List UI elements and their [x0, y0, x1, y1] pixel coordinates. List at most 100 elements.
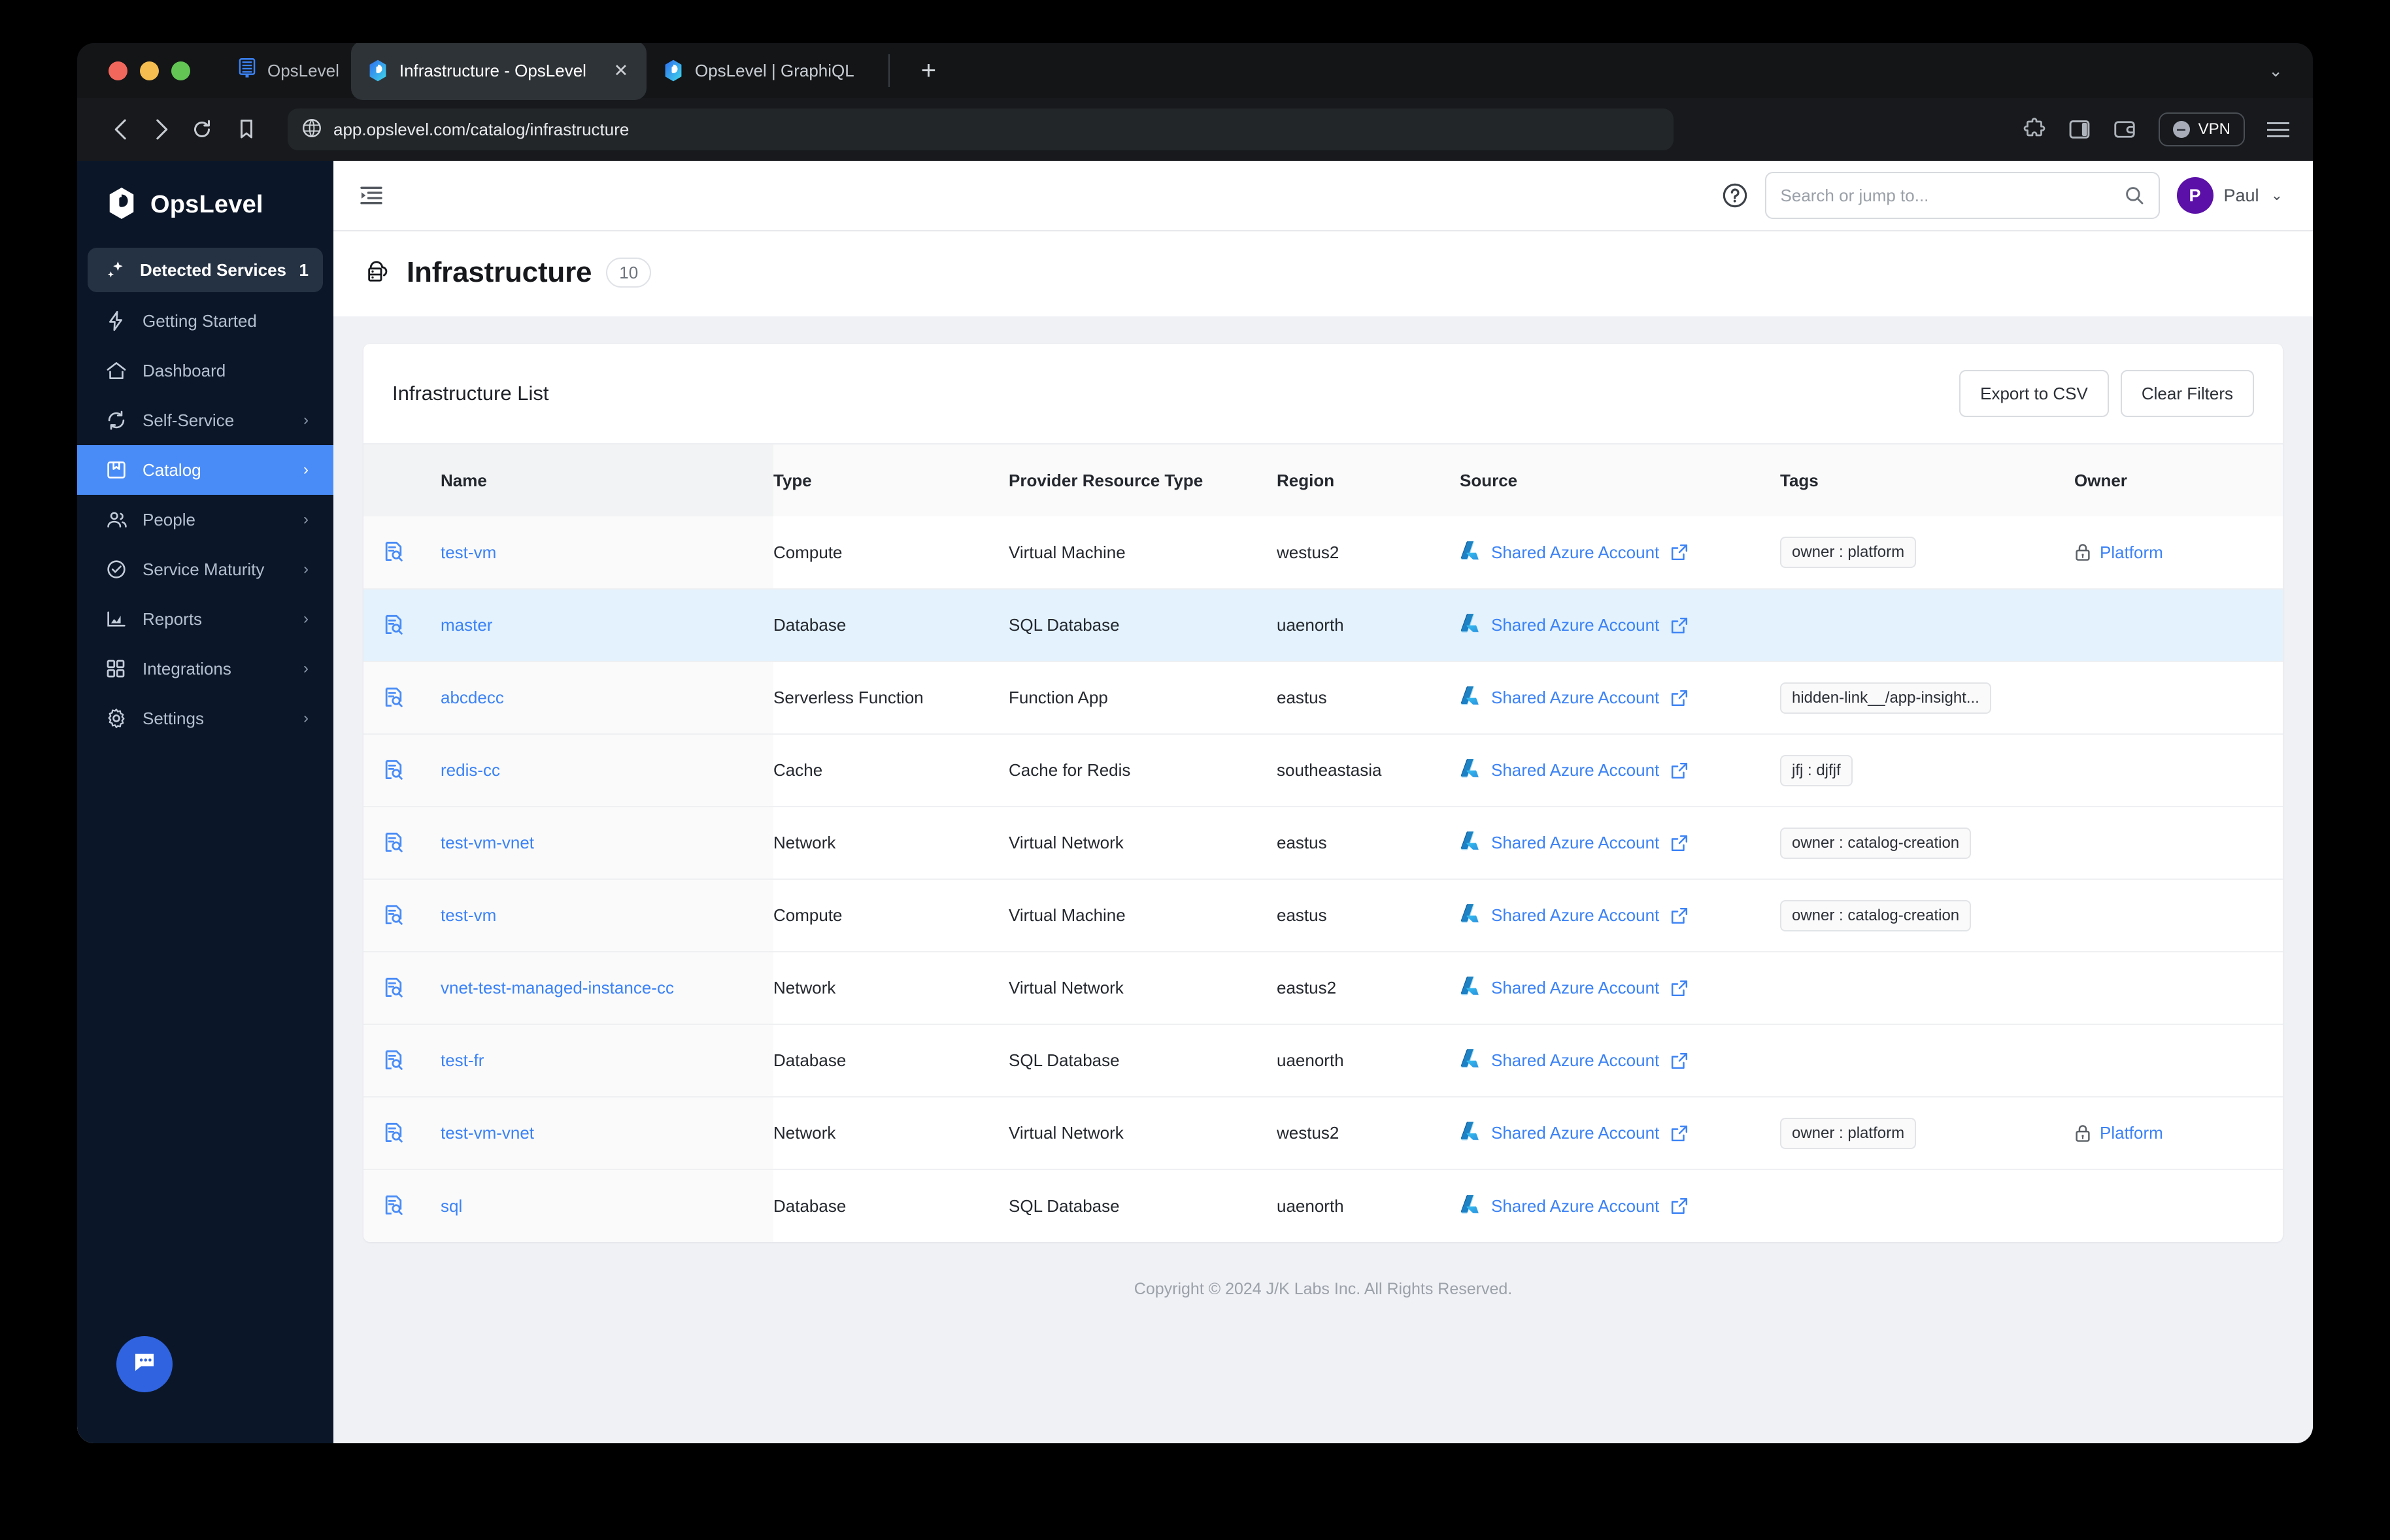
- sidebar-item-reports[interactable]: Reports ›: [77, 594, 333, 644]
- new-tab-button[interactable]: +: [907, 58, 951, 84]
- external-link-icon[interactable]: [1671, 980, 1688, 997]
- table-row[interactable]: test-vm Compute Virtual Machine eastus Share…: [363, 879, 2283, 952]
- resource-name-link[interactable]: test-vm: [441, 543, 496, 562]
- resource-name-link[interactable]: test-vm: [441, 905, 496, 925]
- chat-support-button[interactable]: [116, 1336, 173, 1392]
- resource-details-icon[interactable]: [363, 614, 424, 637]
- resource-name-link[interactable]: sql: [441, 1196, 462, 1216]
- resource-name-link[interactable]: test-fr: [441, 1050, 484, 1070]
- user-menu[interactable]: P Paul ⌄: [2176, 177, 2283, 214]
- tag-pill[interactable]: jfj : djfjf: [1780, 754, 1853, 786]
- sidebar-item-getting-started[interactable]: Getting Started: [77, 296, 333, 346]
- resource-details-icon[interactable]: [363, 1195, 424, 1217]
- source-link[interactable]: Shared Azure Account: [1460, 539, 1780, 566]
- external-link-icon[interactable]: [1671, 1125, 1688, 1142]
- table-row[interactable]: test-vm Compute Virtual Machine westus2 Shar…: [363, 516, 2283, 589]
- back-button[interactable]: [101, 109, 141, 150]
- chevron-down-icon[interactable]: ⌄: [2268, 61, 2283, 80]
- external-link-icon[interactable]: [1671, 907, 1688, 924]
- sidebar-item-people[interactable]: People ›: [77, 495, 333, 544]
- sidebar-item-detected-services[interactable]: Detected Services 1: [88, 248, 323, 292]
- resource-name-link[interactable]: redis-cc: [441, 760, 500, 780]
- owner-link[interactable]: Platform: [2074, 1123, 2283, 1143]
- source-name[interactable]: Shared Azure Account: [1491, 760, 1659, 780]
- collapse-sidebar-icon[interactable]: [360, 186, 383, 205]
- tag-pill[interactable]: owner : catalog-creation: [1780, 899, 1972, 931]
- source-link[interactable]: Shared Azure Account: [1460, 1120, 1780, 1147]
- column-header-tags[interactable]: Tags: [1780, 444, 2074, 516]
- brand-logo[interactable]: OpsLevel: [77, 161, 333, 243]
- table-row[interactable]: test-vm-vnet Network Virtual Network eastus…: [363, 806, 2283, 879]
- column-header-provider-resource-type[interactable]: Provider Resource Type: [1009, 444, 1277, 516]
- source-link[interactable]: Shared Azure Account: [1460, 1047, 1780, 1074]
- close-window-button[interactable]: [109, 61, 127, 80]
- external-link-icon[interactable]: [1671, 762, 1688, 779]
- sidebar-item-self-service[interactable]: Self-Service ›: [77, 395, 333, 445]
- sidebar-item-settings[interactable]: Settings ›: [77, 694, 333, 743]
- resource-name-link[interactable]: test-vm-vnet: [441, 833, 534, 852]
- wallet-icon[interactable]: [2113, 118, 2136, 141]
- reload-button[interactable]: [182, 109, 222, 150]
- table-row[interactable]: test-vm-vnet Network Virtual Network westus…: [363, 1096, 2283, 1169]
- source-name[interactable]: Shared Azure Account: [1491, 1196, 1659, 1216]
- forward-button[interactable]: [141, 109, 182, 150]
- resource-details-icon[interactable]: [363, 905, 424, 927]
- external-link-icon[interactable]: [1671, 1052, 1688, 1069]
- minimize-window-button[interactable]: [140, 61, 159, 80]
- sidebar-item-service-maturity[interactable]: Service Maturity ›: [77, 544, 333, 594]
- source-link[interactable]: Shared Azure Account: [1460, 612, 1780, 639]
- source-name[interactable]: Shared Azure Account: [1491, 615, 1659, 635]
- column-header-name[interactable]: Name: [424, 444, 773, 516]
- table-row[interactable]: vnet-test-managed-instance-cc Network Virt…: [363, 951, 2283, 1024]
- search-input[interactable]: Search or jump to...: [1764, 172, 2160, 219]
- source-name[interactable]: Shared Azure Account: [1491, 688, 1659, 708]
- sidebar-panel-icon[interactable]: [2068, 118, 2091, 141]
- source-name[interactable]: Shared Azure Account: [1491, 1123, 1659, 1143]
- source-link[interactable]: Shared Azure Account: [1460, 975, 1780, 1001]
- resource-name-link[interactable]: vnet-test-managed-instance-cc: [441, 978, 674, 997]
- source-name[interactable]: Shared Azure Account: [1491, 543, 1659, 563]
- address-bar[interactable]: app.opslevel.com/catalog/infrastructure: [288, 109, 1674, 150]
- vpn-status-button[interactable]: VPN: [2158, 112, 2245, 146]
- resource-details-icon[interactable]: [363, 832, 424, 854]
- tag-pill[interactable]: owner : platform: [1780, 1117, 1917, 1149]
- resource-details-icon[interactable]: [363, 1050, 424, 1072]
- table-row[interactable]: redis-cc Cache Cache for Redis southeastasi…: [363, 733, 2283, 807]
- column-header-source[interactable]: Source: [1460, 444, 1780, 516]
- external-link-icon[interactable]: [1671, 690, 1688, 707]
- resource-details-icon[interactable]: [363, 541, 424, 563]
- table-row[interactable]: test-fr Database SQL Database uaenorth Share…: [363, 1024, 2283, 1097]
- sidebar-item-integrations[interactable]: Integrations ›: [77, 644, 333, 694]
- table-row[interactable]: abcdecc Serverless Function Function App ea…: [363, 661, 2283, 734]
- resource-details-icon[interactable]: [363, 1122, 424, 1145]
- help-icon[interactable]: [1722, 182, 1748, 209]
- close-tab-icon[interactable]: ✕: [613, 61, 630, 80]
- tag-pill[interactable]: owner : platform: [1780, 537, 1917, 568]
- source-name[interactable]: Shared Azure Account: [1491, 833, 1659, 853]
- resource-name-link[interactable]: master: [441, 615, 492, 635]
- external-link-icon[interactable]: [1671, 544, 1688, 561]
- maximize-window-button[interactable]: [171, 61, 190, 80]
- resource-details-icon[interactable]: [363, 977, 424, 999]
- column-header-owner[interactable]: Owner: [2074, 444, 2283, 516]
- export-to-csv-button[interactable]: Export to CSV: [1959, 370, 2109, 417]
- source-link[interactable]: Shared Azure Account: [1460, 1193, 1780, 1220]
- source-link[interactable]: Shared Azure Account: [1460, 902, 1780, 929]
- owner-name[interactable]: Platform: [2100, 1123, 2163, 1143]
- source-name[interactable]: Shared Azure Account: [1491, 1050, 1659, 1071]
- sidebar-item-dashboard[interactable]: Dashboard: [77, 346, 333, 395]
- resource-details-icon[interactable]: [363, 760, 424, 782]
- tag-pill[interactable]: hidden-link__/app-insight...: [1780, 682, 1991, 714]
- column-header-type[interactable]: Type: [773, 444, 1009, 516]
- column-header-region[interactable]: Region: [1277, 444, 1460, 516]
- browser-tab-infrastructure[interactable]: Infrastructure - OpsLevel ✕: [350, 43, 647, 100]
- tag-pill[interactable]: owner : catalog-creation: [1780, 827, 1972, 859]
- external-link-icon[interactable]: [1671, 1197, 1688, 1214]
- resource-name-link[interactable]: test-vm-vnet: [441, 1123, 534, 1143]
- browser-app-tab-opslevel[interactable]: OpsLevel: [226, 49, 351, 92]
- resource-details-icon[interactable]: [363, 687, 424, 709]
- search-icon[interactable]: [2125, 186, 2144, 205]
- table-row[interactable]: sql Database SQL Database uaenorth Shared Az…: [363, 1169, 2283, 1242]
- tabstrip-overflow[interactable]: ⌄: [2268, 61, 2297, 81]
- table-row[interactable]: master Database SQL Database uaenorth Shared…: [363, 588, 2283, 661]
